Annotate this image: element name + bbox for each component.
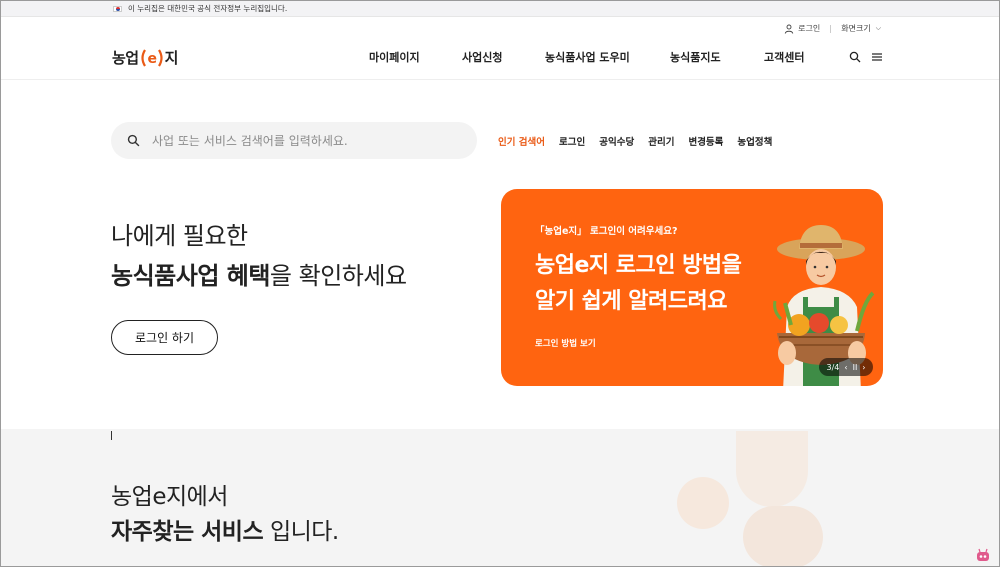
- login-button[interactable]: 로그인 하기: [111, 320, 218, 355]
- search-icon[interactable]: [849, 51, 861, 63]
- korea-flag-icon: [113, 5, 122, 12]
- services-heading-line-2: 자주찾는 서비스 입니다.: [111, 512, 339, 546]
- banner-subtitle: 「농업e지」 로그인이 어려우세요?: [535, 226, 678, 237]
- banner-more-link[interactable]: 로그인 방법 보기: [535, 337, 596, 349]
- decorative-shape: [743, 506, 823, 566]
- hero-line-1: 나에게 필요한: [111, 222, 248, 250]
- header-divider: [1, 79, 999, 80]
- hero-line-2-rest: 을 확인하세요: [269, 262, 407, 290]
- hero-highlight: 농식품사업 혜택: [111, 262, 270, 290]
- util-login-label: 로그인: [798, 24, 821, 33]
- keyword-link[interactable]: 농업정책: [737, 134, 772, 148]
- keyword-link[interactable]: 공익수당: [599, 134, 634, 148]
- zoom-control[interactable]: 화면크기 ⌵: [841, 23, 881, 34]
- search-icon: [127, 134, 140, 147]
- page: 이 누리집은 대한민국 공식 전자정부 누리집입니다. 로그인 화면크기 ⌵ 농…: [0, 0, 1000, 567]
- utility-menu: 로그인 화면크기 ⌵: [784, 23, 881, 34]
- gov-banner: 이 누리집은 대한민국 공식 전자정부 누리집입니다.: [1, 1, 999, 17]
- nav-item-mypage[interactable]: 마이페이지: [369, 49, 420, 65]
- banner-title-2: 알기 쉽게 알려드려요: [535, 289, 727, 314]
- pause-icon[interactable]: II: [853, 363, 858, 372]
- menu-icon[interactable]: [871, 51, 883, 63]
- decorative-shape: [677, 477, 729, 529]
- services-heading-line-1: 농업e지에서: [111, 484, 228, 510]
- search-bar[interactable]: [111, 122, 477, 159]
- nav-item-apply[interactable]: 사업신청: [462, 49, 502, 65]
- keyword-link[interactable]: 변경등록: [688, 134, 723, 148]
- hero-line-2: 농식품사업 혜택을 확인하세요: [111, 256, 407, 291]
- keyword-link[interactable]: 로그인: [559, 134, 585, 148]
- services-heading-rest: 입니다.: [263, 519, 339, 545]
- nav-item-helper[interactable]: 농식품사업 도우미: [545, 49, 630, 65]
- prev-icon[interactable]: ‹: [844, 363, 847, 372]
- nav-item-map[interactable]: 농식품지도: [670, 49, 721, 65]
- decorative-shape: [736, 431, 808, 507]
- popular-keywords: 인기 검색어 로그인 공익수당 관리기 변경등록 농업정책: [498, 134, 772, 148]
- nav-item-support[interactable]: 고객센터: [764, 49, 804, 65]
- gov-banner-text: 이 누리집은 대한민국 공식 전자정부 누리집입니다.: [128, 4, 288, 13]
- banner-pager: 3/4 ‹ II ›: [819, 358, 873, 376]
- chevron-down-icon: ⌵: [875, 24, 881, 32]
- pager-count: 3/4: [826, 362, 840, 372]
- keyword-link[interactable]: 관리기: [648, 134, 674, 148]
- promo-banner[interactable]: 「농업e지」 로그인이 어려우세요? 농업e지 로그인 방법을 알기 쉽게 알려…: [501, 189, 883, 386]
- popular-keywords-label: 인기 검색어: [498, 137, 546, 148]
- services-highlight: 자주찾는 서비스: [111, 519, 264, 545]
- util-divider: [830, 24, 832, 33]
- search-input[interactable]: [152, 133, 452, 148]
- text-cursor-mark: [111, 431, 112, 440]
- banner-title-1: 농업e지 로그인 방법을: [535, 253, 742, 278]
- util-login-link[interactable]: 로그인: [784, 23, 820, 34]
- zoom-label: 화면크기: [841, 24, 871, 33]
- next-icon[interactable]: ›: [862, 363, 865, 372]
- chatbot-icon[interactable]: [975, 548, 991, 562]
- user-icon: [784, 24, 794, 34]
